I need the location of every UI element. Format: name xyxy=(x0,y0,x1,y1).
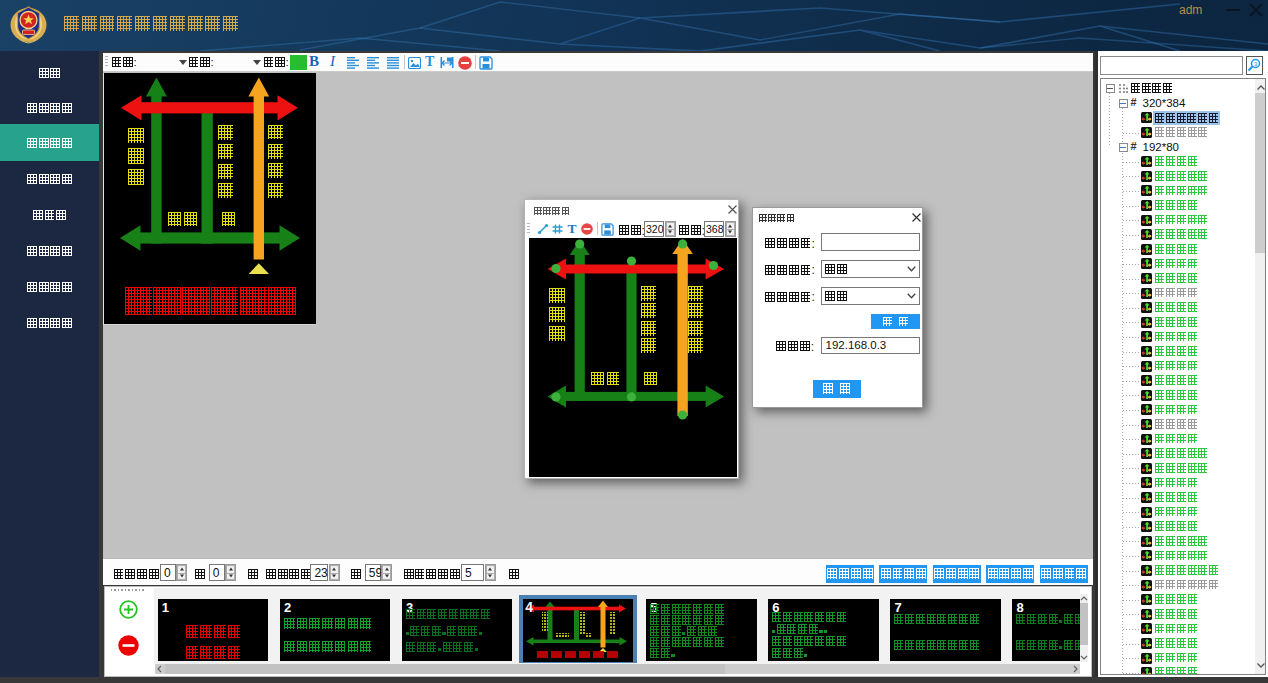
svg-text:3: 3 xyxy=(1254,61,1258,67)
